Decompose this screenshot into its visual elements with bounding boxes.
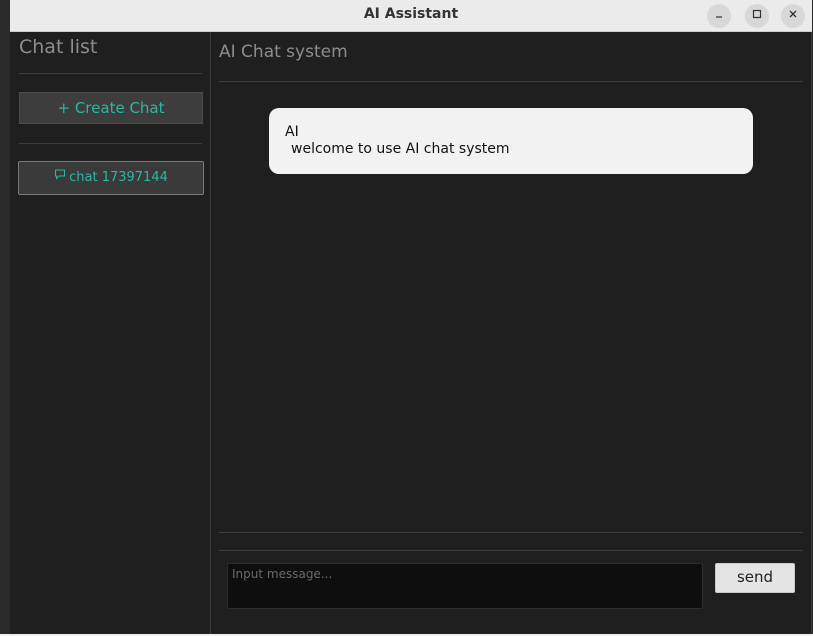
message-bubble-icon (54, 161, 66, 193)
create-chat-button[interactable]: + Create Chat (19, 92, 203, 124)
maximize-button[interactable] (745, 4, 769, 28)
message-text: welcome to use AI chat system (291, 141, 510, 157)
chat-main-panel: AI Chat system AI welcome to use AI chat… (211, 32, 811, 634)
title-bar[interactable]: AI Assistant (10, 0, 812, 32)
chat-list-title: Chat list (19, 36, 98, 58)
message-bubble-ai: AI welcome to use AI chat system (269, 108, 753, 174)
message-sender: AI (285, 124, 299, 140)
sidebar-item-chat[interactable]: chat 17397144 (18, 161, 204, 195)
sidebar-divider-top (19, 73, 202, 74)
close-button[interactable] (781, 4, 805, 28)
header-divider (219, 81, 803, 82)
chat-title: AI Chat system (219, 42, 348, 62)
minimize-icon (714, 8, 724, 23)
chat-list-sidebar: Chat list + Create Chat chat 17397144 (10, 32, 211, 634)
send-button[interactable]: send (715, 563, 795, 593)
message-input[interactable] (227, 563, 703, 609)
messages-divider (219, 532, 803, 533)
minimize-button[interactable] (707, 4, 731, 28)
sidebar-divider-bottom (19, 143, 202, 144)
app-window: AI Assistant Chat list + Create Chat cha… (10, 0, 812, 634)
window-title: AI Assistant (363, 6, 459, 22)
chat-item-label: chat 17397144 (69, 170, 168, 185)
close-icon (788, 8, 798, 23)
input-divider (219, 550, 803, 551)
maximize-icon (752, 8, 762, 23)
